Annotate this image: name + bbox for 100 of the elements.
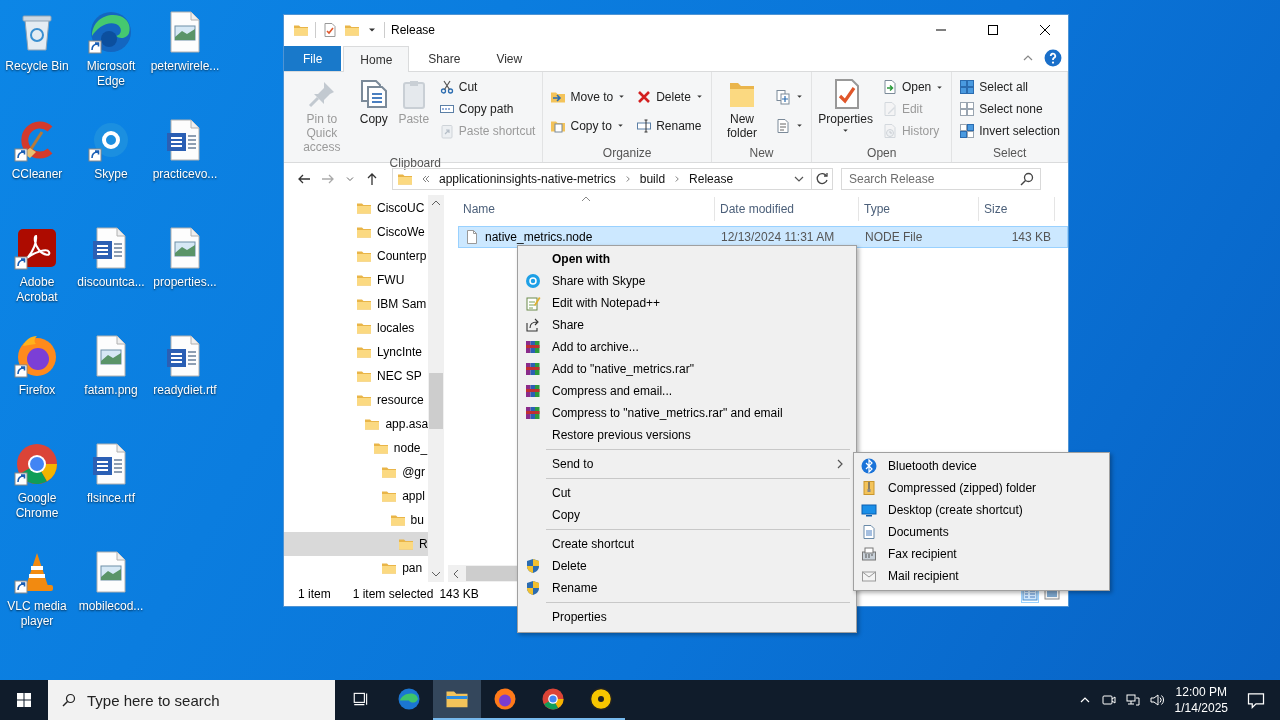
clock-date[interactable]: 1/14/2025 xyxy=(1174,700,1228,716)
menu-item[interactable]: Edit with Notepad++ xyxy=(518,292,856,314)
icon-label[interactable]: VLC media player xyxy=(1,599,73,629)
tree-item[interactable]: app.asa xyxy=(284,412,429,436)
icon-label[interactable]: Microsoft Edge xyxy=(75,59,147,89)
ribbon-button[interactable]: Properties xyxy=(816,76,875,146)
ribbon-button[interactable]: Copy path xyxy=(435,98,539,120)
notification-icon[interactable] xyxy=(1246,690,1266,710)
tree-item[interactable]: LyncInte xyxy=(284,340,429,364)
icon-label[interactable]: practicevo... xyxy=(152,167,218,182)
ribbon-button[interactable]: New folder xyxy=(715,76,769,146)
icon-label[interactable]: readydiet.rtf xyxy=(153,383,217,398)
icon-label[interactable]: discountca... xyxy=(77,275,145,290)
breadcrumb[interactable]: build xyxy=(639,172,666,186)
ribbon-button[interactable]: Select all xyxy=(956,76,1063,98)
column-header[interactable]: Date modified xyxy=(715,197,859,221)
menu-item[interactable]: Mail recipient xyxy=(854,565,1109,587)
tree-item[interactable]: Counterp xyxy=(284,244,429,268)
menu-item[interactable]: Add to "native_metrics.rar" xyxy=(518,358,856,380)
ribbon-tab[interactable]: View xyxy=(479,46,540,71)
network-icon[interactable] xyxy=(1124,692,1141,708)
tree-item[interactable]: CiscoUC xyxy=(284,196,429,220)
tree-item[interactable]: FWU xyxy=(284,268,429,292)
tree-item[interactable]: bu xyxy=(284,508,429,532)
icon-label[interactable]: Firefox xyxy=(18,383,56,398)
icon-label[interactable]: fatam.png xyxy=(84,383,138,398)
ribbon-button[interactable]: Move to xyxy=(547,85,630,108)
column-header[interactable]: Type xyxy=(859,197,979,221)
breadcrumb[interactable]: Release xyxy=(689,172,734,186)
menu-item[interactable]: Desktop (create shortcut) xyxy=(854,499,1109,521)
table-cell: 143 KB xyxy=(1011,230,1051,244)
column-header[interactable]: Size xyxy=(979,197,1055,221)
menu-item[interactable]: Fax recipient xyxy=(854,543,1109,565)
breadcrumb[interactable]: applicationinsights-native-metrics xyxy=(439,172,616,186)
tree-item[interactable]: R xyxy=(284,532,429,556)
menu-item[interactable]: Copy xyxy=(518,504,856,526)
archive-books-icon xyxy=(525,383,541,399)
menu-item[interactable]: Share with Skype xyxy=(518,270,856,292)
ribbon-button[interactable]: Rename xyxy=(633,114,707,137)
menu-item[interactable]: Compressed (zipped) folder xyxy=(854,477,1109,499)
scroll-bar[interactable] xyxy=(428,195,445,582)
invert-icon xyxy=(959,123,976,139)
icon-label[interactable]: Google Chrome xyxy=(1,491,73,521)
tree-item[interactable]: @gr xyxy=(284,460,429,484)
menu-item[interactable]: Rename xyxy=(518,577,856,599)
tree-item[interactable]: appl xyxy=(284,484,429,508)
menu-item[interactable]: Share xyxy=(518,314,856,336)
tree-item[interactable]: pan xyxy=(284,556,429,580)
search-field[interactable]: Search Release xyxy=(841,168,1041,190)
icon-label[interactable]: peterwirele... xyxy=(150,59,220,74)
tree-item[interactable]: locales xyxy=(284,316,429,340)
properties-icon[interactable] xyxy=(322,22,338,38)
menu-item[interactable]: Cut xyxy=(518,482,856,504)
ribbon-button[interactable]: Delete xyxy=(633,85,707,108)
ribbon-button[interactable]: Open xyxy=(878,76,948,98)
group-label: Organize xyxy=(601,146,653,162)
clock-time[interactable]: 12:00 PM xyxy=(1175,684,1227,700)
tree-item[interactable]: NEC SP xyxy=(284,364,429,388)
refresh-button[interactable] xyxy=(811,168,833,190)
menu-item[interactable]: Delete xyxy=(518,555,856,577)
column-header[interactable]: Name xyxy=(458,197,715,221)
ribbon-button[interactable]: Select none xyxy=(956,98,1063,120)
browser-logo-icon xyxy=(541,687,565,711)
camera-icon[interactable] xyxy=(1100,692,1117,708)
volume-icon[interactable] xyxy=(1148,692,1165,708)
menu-item[interactable]: Bluetooth device xyxy=(854,455,1109,477)
menu-item[interactable]: Add to archive... xyxy=(518,336,856,358)
menu-item[interactable]: Open with xyxy=(518,248,856,270)
tree-item[interactable]: node_ xyxy=(284,436,429,460)
icon-label[interactable]: mobilecod... xyxy=(78,599,144,614)
help-icon[interactable] xyxy=(1044,49,1062,67)
taskbar-app[interactable] xyxy=(433,680,481,720)
icon-label[interactable]: properties... xyxy=(153,275,217,290)
menu-item[interactable]: Compress to "native_metrics.rar" and email xyxy=(518,402,856,424)
icon-label[interactable]: Recycle Bin xyxy=(5,59,69,74)
search-field[interactable]: Type here to search xyxy=(48,680,335,720)
menu-item[interactable]: Documents xyxy=(854,521,1109,543)
ribbon-button[interactable]: Copy xyxy=(355,76,392,156)
chat-logo-icon xyxy=(525,273,541,289)
icon-label[interactable]: Skype xyxy=(94,167,128,182)
file-row[interactable]: native_metrics.node 12/13/2024 11:31 AM NODE File 143 KB xyxy=(458,226,1068,248)
ribbon-tab[interactable]: Home xyxy=(343,46,410,72)
address-bar[interactable]: applicationinsights-native-metrics build Release xyxy=(392,168,812,190)
tree-item[interactable]: IBM Sam xyxy=(284,292,429,316)
ribbon-tab[interactable]: Share xyxy=(411,46,478,71)
status-text: 1 item xyxy=(298,587,331,601)
menu-item[interactable]: Restore previous versions xyxy=(518,424,856,446)
icon-label[interactable]: CCleaner xyxy=(11,167,63,182)
ribbon-tab[interactable]: File xyxy=(284,46,342,71)
icon-label[interactable]: flsince.rtf xyxy=(87,491,135,506)
ribbon-button[interactable]: Invert selection xyxy=(956,120,1063,142)
tree-item[interactable]: resource xyxy=(284,388,429,412)
ribbon-button[interactable]: Cut xyxy=(435,76,539,98)
menu-item[interactable]: Properties xyxy=(518,606,856,628)
ribbon-button[interactable]: Copy to xyxy=(547,114,630,137)
icon-label[interactable]: Adobe Acrobat xyxy=(1,275,73,305)
menu-item[interactable]: Send to xyxy=(518,453,856,475)
tree-item[interactable]: CiscoWe xyxy=(284,220,429,244)
menu-item[interactable]: Create shortcut xyxy=(518,533,856,555)
menu-item[interactable]: Compress and email... xyxy=(518,380,856,402)
